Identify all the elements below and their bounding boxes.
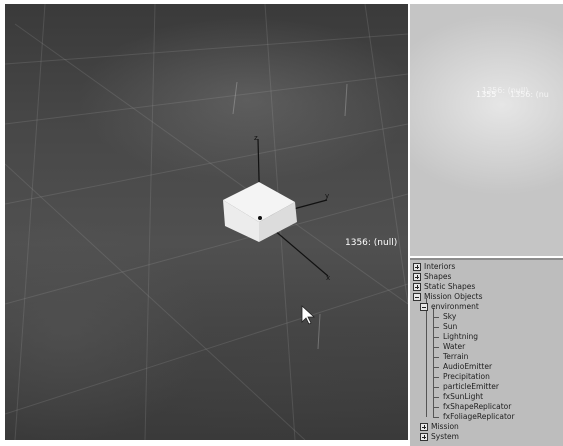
ghost-label: 1356: (nu <box>510 90 549 99</box>
expand-plus-icon[interactable] <box>413 273 421 281</box>
tree-connector <box>433 397 439 398</box>
tree-connector <box>433 337 439 338</box>
tree-item-label: fxShapeReplicator <box>443 402 512 411</box>
expand-plus-icon[interactable] <box>420 433 428 441</box>
ground-grid <box>5 4 408 440</box>
tree-item-label: Terrain <box>443 352 469 361</box>
selected-cube[interactable] <box>223 182 297 242</box>
svg-text:z: z <box>254 134 258 142</box>
expand-plus-icon[interactable] <box>420 423 428 431</box>
tree-connector <box>433 417 439 418</box>
tree-item-label: Lightning <box>443 332 479 341</box>
tree-item-label: Interiors <box>424 262 456 271</box>
tree-item-label: Mission Objects <box>424 292 483 301</box>
tree-item-label: Mission <box>431 422 459 431</box>
tree-connector <box>433 407 439 408</box>
mission-tree-panel[interactable]: Interiors Shapes Static Shapes Mission O… <box>410 258 563 446</box>
tree-item-label: System <box>431 432 459 441</box>
tree-connector <box>433 317 439 318</box>
tree-connector <box>426 308 427 417</box>
tree-item-label: fxSunLight <box>443 392 484 401</box>
tree-connector <box>433 308 434 417</box>
preview-panel: 1355 1356: (null) 1356: (nu <box>410 4 563 256</box>
tree-connector <box>433 367 439 368</box>
tree-item-label: particleEmitter <box>443 382 499 391</box>
expand-plus-icon[interactable] <box>413 283 421 291</box>
cursor-icon <box>301 305 316 325</box>
tree-connector <box>433 357 439 358</box>
world-viewport[interactable]: z y x 1356: (null) <box>5 4 408 440</box>
tree-item-label: Static Shapes <box>424 282 476 291</box>
tree-item-label: Water <box>443 342 466 351</box>
tree-item-label: Shapes <box>424 272 452 281</box>
tree-connector <box>433 387 439 388</box>
tree-item-label: Sky <box>443 312 457 321</box>
collapse-minus-icon[interactable] <box>413 293 421 301</box>
svg-text:x: x <box>326 274 330 282</box>
tree-connector <box>433 347 439 348</box>
expand-plus-icon[interactable] <box>413 263 421 271</box>
tree-connector <box>433 377 439 378</box>
collapse-minus-icon[interactable] <box>420 303 428 311</box>
tree-item-label: Sun <box>443 322 458 331</box>
tree-connector <box>433 327 439 328</box>
tree-item-label: AudioEmitter <box>443 362 493 371</box>
editor-window: z y x 1356: (null) 1355 1356: (null) 135… <box>0 0 563 446</box>
tree-item-label: environment <box>431 302 479 311</box>
tree-item-label: Precipitation <box>443 372 490 381</box>
tree-item-label: fxFoliageReplicator <box>443 412 515 421</box>
viewport-scene: z y x <box>5 4 408 440</box>
object-label: 1356: (null) <box>345 238 398 248</box>
gizmo-pivot[interactable] <box>258 216 262 220</box>
svg-text:y: y <box>325 192 329 200</box>
